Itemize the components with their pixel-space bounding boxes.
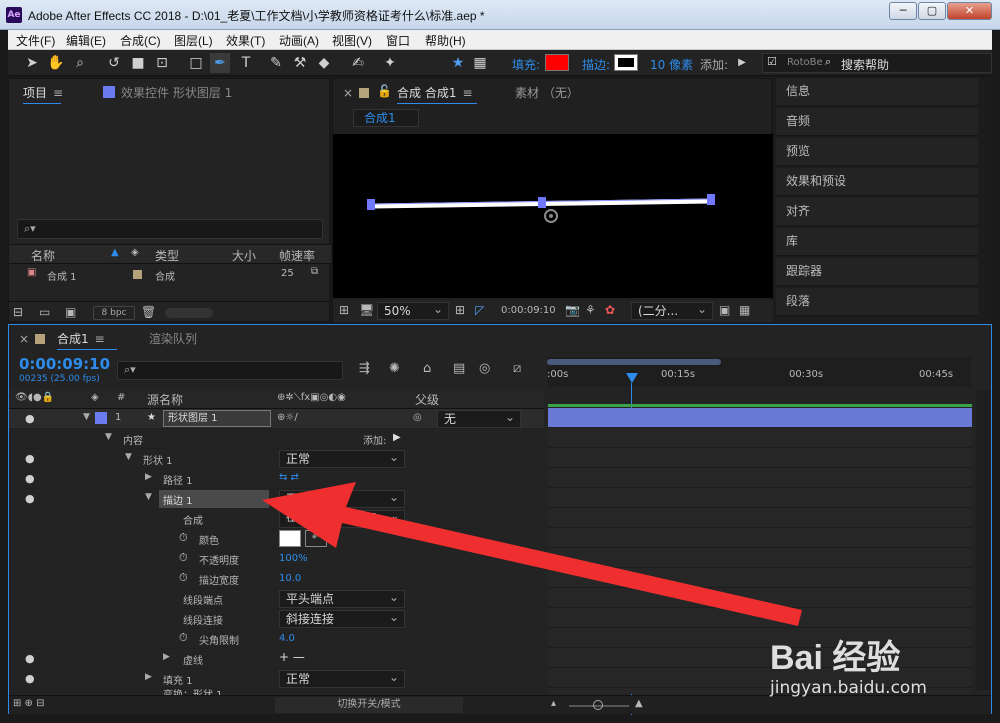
red-arrow-annotation (262, 482, 802, 626)
